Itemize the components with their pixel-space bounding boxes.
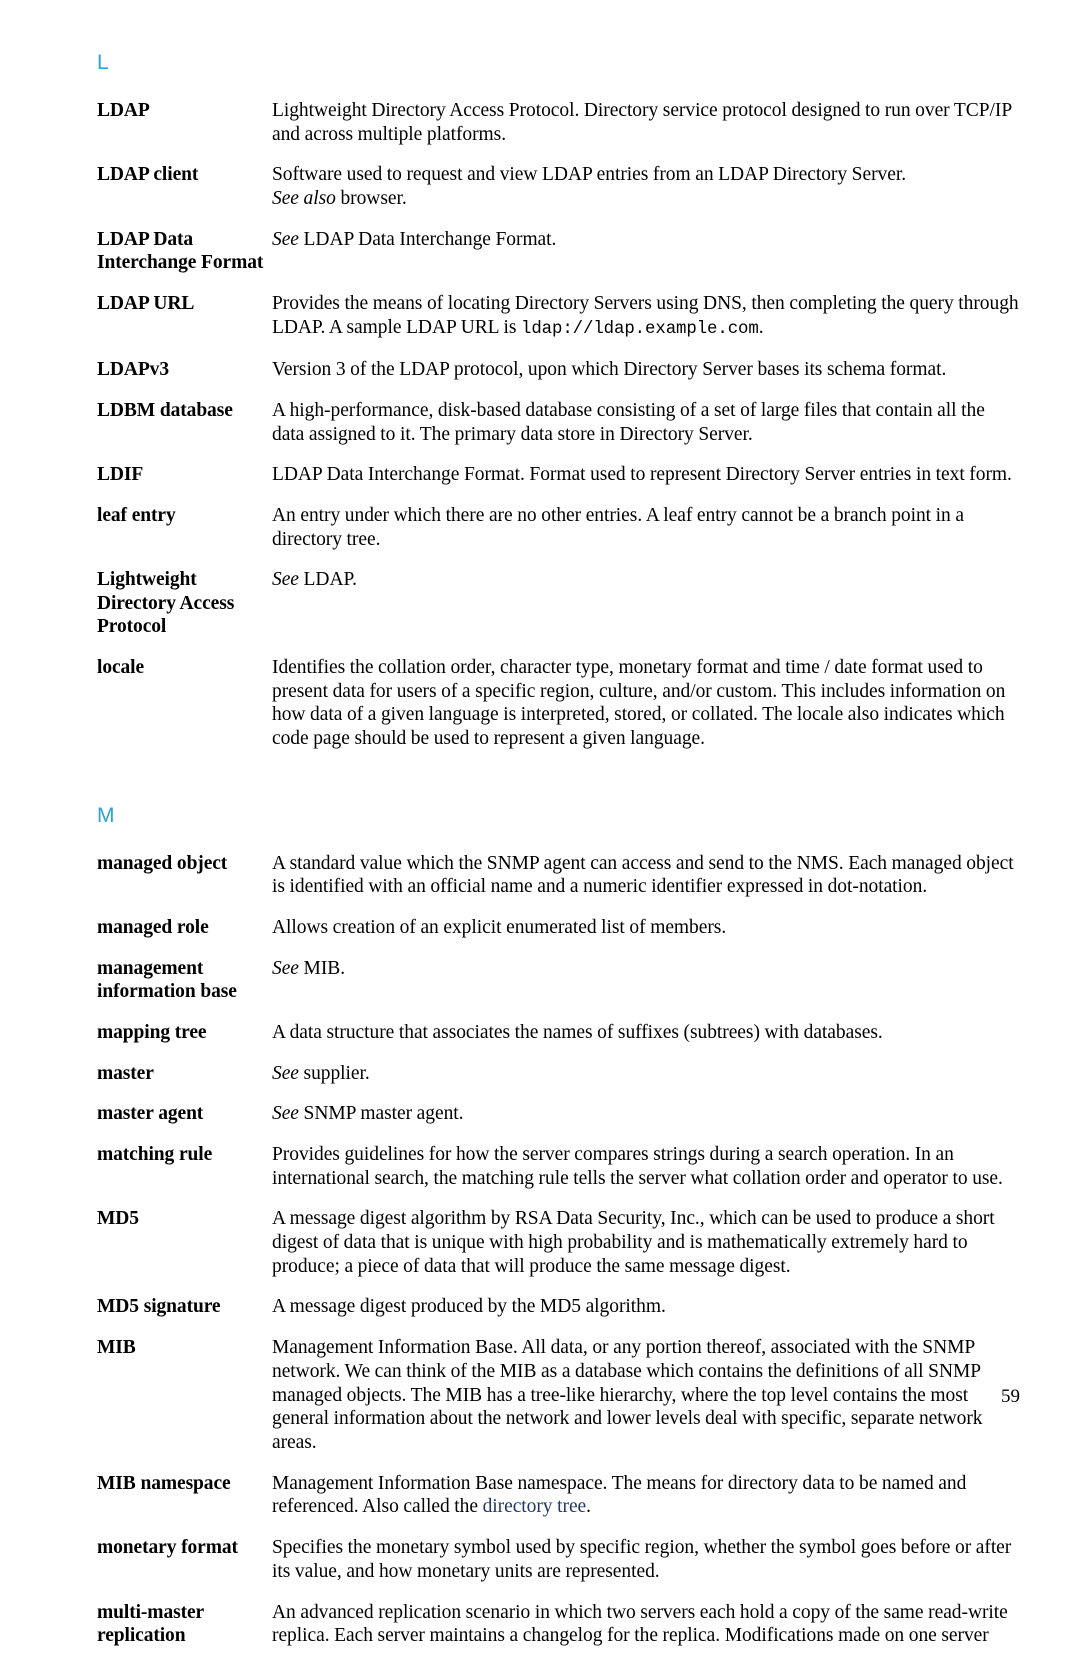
- glossary-definition: Software used to request and view LDAP e…: [272, 163, 1020, 227]
- glossary-definition: Version 3 of the LDAP protocol, upon whi…: [272, 359, 947, 381]
- glossary-definition: Management Information Base. All data, o…: [272, 1337, 983, 1453]
- see-also-label: See also: [272, 188, 336, 210]
- see-target: LDAP Data Interchange Format.: [298, 228, 557, 250]
- glossary-definition: An advanced replication scenario in whic…: [272, 1601, 1008, 1647]
- glossary-term: matching rule: [97, 1143, 213, 1165]
- glossary-entry-mib-namespace: MIB namespace Management Information Bas…: [97, 1472, 1020, 1536]
- glossary-term: LDIF: [97, 464, 144, 486]
- glossary-definition: Management Information Base namespace. T…: [272, 1472, 1020, 1536]
- glossary-term: mapping tree: [97, 1021, 207, 1043]
- glossary-term: MIB namespace: [97, 1472, 231, 1494]
- glossary-term: monetary format: [97, 1537, 238, 1559]
- glossary-definition: Provides the means of locating Directory…: [272, 292, 1020, 358]
- glossary-entry-management-information-base: management information base See MIB.: [97, 957, 1020, 1021]
- glossary-definition: A high-performance, disk-based database …: [272, 399, 985, 445]
- section-heading-l: L: [97, 51, 110, 74]
- glossary-entry-ldif: LDIF LDAP Data Interchange Format. Forma…: [97, 463, 1020, 504]
- definition-text: Management Information Base namespace. T…: [272, 1472, 967, 1518]
- glossary-entry-monetary-format: monetary format Specifies the monetary s…: [97, 1536, 1020, 1600]
- glossary-entry-multi-master-replication: multi-master replication An advanced rep…: [97, 1601, 1020, 1665]
- see-target: SNMP master agent.: [298, 1103, 464, 1125]
- glossary-page: L LDAP Lightweight Directory Access Prot…: [0, 0, 1080, 1646]
- glossary-entry-ldap-url: LDAP URL Provides the means of locating …: [97, 292, 1020, 358]
- see-label: See: [272, 228, 299, 250]
- glossary-term: LDBM database: [97, 399, 233, 421]
- glossary-definition: Identifies the collation order, characte…: [272, 656, 1006, 750]
- glossary-entry-managed-role: managed role Allows creation of an expli…: [97, 916, 1020, 957]
- ldap-url-literal: ldap://ldap.example.com: [520, 319, 759, 339]
- glossary-table-m: managed object A standard value which th…: [97, 852, 1020, 1665]
- see-label: See: [272, 569, 299, 591]
- glossary-entry-master-agent: master agent See SNMP master agent.: [97, 1102, 1020, 1143]
- glossary-term: LDAPv3: [97, 359, 169, 381]
- glossary-term: Lightweight Directory Access Protocol: [97, 569, 235, 638]
- glossary-definition: A standard value which the SNMP agent ca…: [272, 852, 1014, 898]
- glossary-entry-md5-signature: MD5 signature A message digest produced …: [97, 1295, 1020, 1336]
- see-target: LDAP.: [298, 569, 357, 591]
- glossary-entry-locale: locale Identifies the collation order, c…: [97, 656, 1020, 768]
- glossary-definition: See LDAP.: [272, 568, 1020, 656]
- see-target: MIB.: [298, 957, 346, 979]
- glossary-definition: See LDAP Data Interchange Format.: [272, 228, 1020, 292]
- glossary-term: LDAP URL: [97, 292, 195, 314]
- glossary-term: LDAP Data Interchange Format: [97, 228, 264, 274]
- glossary-definition: LDAP Data Interchange Format. Format use…: [272, 464, 1012, 486]
- glossary-definition: Lightweight Directory Access Protocol. D…: [272, 100, 1012, 145]
- glossary-entry-ldap-client: LDAP client Software used to request and…: [97, 163, 1020, 227]
- glossary-term: locale: [97, 656, 145, 678]
- glossary-entry-leaf-entry: leaf entry An entry under which there ar…: [97, 504, 1020, 568]
- directory-tree-link[interactable]: directory tree: [483, 1496, 587, 1517]
- glossary-entry-lightweight-directory-access-protocol: Lightweight Directory Access Protocol Se…: [97, 568, 1020, 656]
- glossary-definition: Specifies the monetary symbol used by sp…: [272, 1537, 1012, 1582]
- section-heading-m: M: [97, 803, 115, 827]
- glossary-entry-md5: MD5 A message digest algorithm by RSA Da…: [97, 1207, 1020, 1295]
- glossary-entry-mib: MIB Management Information Base. All dat…: [97, 1336, 1020, 1472]
- see-label: See: [272, 957, 299, 979]
- glossary-entry-ldbm-database: LDBM database A high-performance, disk-b…: [97, 399, 1020, 463]
- glossary-definition: See SNMP master agent.: [272, 1102, 1020, 1143]
- glossary-term: LDAP: [97, 100, 150, 121]
- definition-text: Software used to request and view LDAP e…: [272, 164, 907, 186]
- glossary-definition: A message digest produced by the MD5 alg…: [272, 1296, 666, 1318]
- glossary-table-l: LDAP Lightweight Directory Access Protoc…: [97, 99, 1020, 768]
- glossary-definition: A data structure that associates the nam…: [272, 1021, 883, 1043]
- glossary-term: MIB: [97, 1337, 136, 1359]
- glossary-definition: See MIB.: [272, 957, 1020, 1021]
- see-also-target: browser.: [335, 188, 407, 210]
- glossary-term: management information base: [97, 957, 237, 1003]
- glossary-entry-ldap-data-interchange-format: LDAP Data Interchange Format See LDAP Da…: [97, 228, 1020, 292]
- glossary-definition: See supplier.: [272, 1062, 1020, 1103]
- glossary-entry-mapping-tree: mapping tree A data structure that assoc…: [97, 1021, 1020, 1062]
- glossary-term: managed role: [97, 917, 209, 939]
- definition-text-tail: .: [586, 1496, 591, 1518]
- glossary-term: master: [97, 1062, 154, 1084]
- glossary-term: multi-master replication: [97, 1601, 204, 1647]
- glossary-term: MD5 signature: [97, 1296, 221, 1318]
- glossary-term: master agent: [97, 1103, 204, 1125]
- glossary-definition: Provides guidelines for how the server c…: [272, 1143, 1003, 1189]
- glossary-entry-ldap: LDAP Lightweight Directory Access Protoc…: [97, 99, 1020, 163]
- glossary-entry-ldapv3: LDAPv3 Version 3 of the LDAP protocol, u…: [97, 358, 1020, 399]
- glossary-definition: An entry under which there are no other …: [272, 505, 964, 550]
- see-target: supplier.: [298, 1062, 370, 1084]
- glossary-term: leaf entry: [97, 505, 176, 527]
- glossary-definition: Allows creation of an explicit enumerate…: [272, 917, 727, 939]
- glossary-definition: A message digest algorithm by RSA Data S…: [272, 1208, 995, 1277]
- see-label: See: [272, 1062, 299, 1084]
- page-number: 59: [1001, 1386, 1020, 1407]
- glossary-entry-master: master See supplier.: [97, 1062, 1020, 1103]
- glossary-entry-managed-object: managed object A standard value which th…: [97, 852, 1020, 916]
- glossary-term: LDAP client: [97, 164, 199, 186]
- see-label: See: [272, 1103, 299, 1125]
- glossary-term: managed object: [97, 852, 228, 874]
- glossary-term: MD5: [97, 1208, 139, 1230]
- definition-text-tail: .: [758, 316, 764, 338]
- glossary-entry-matching-rule: matching rule Provides guidelines for ho…: [97, 1143, 1020, 1207]
